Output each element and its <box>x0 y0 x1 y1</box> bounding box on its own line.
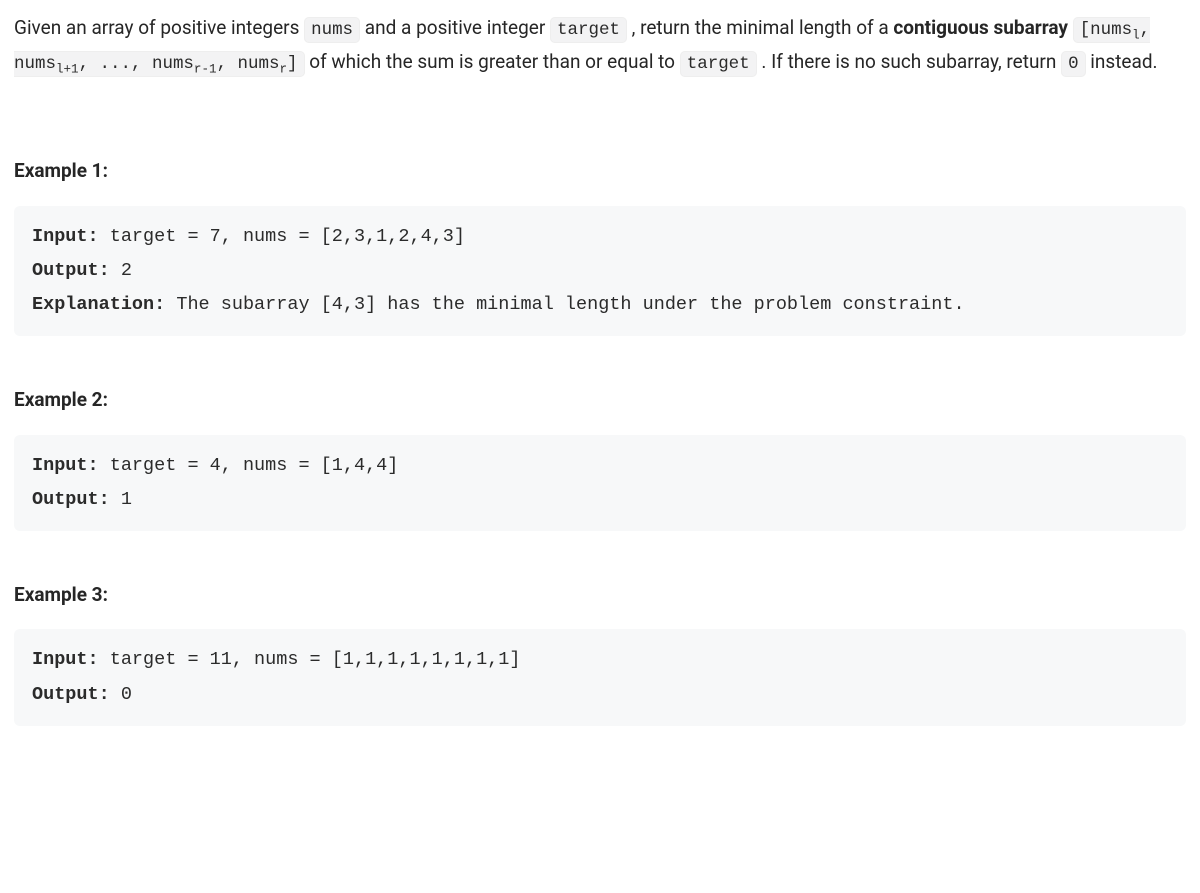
text: . If there is no such subarray, return <box>757 50 1061 73</box>
input-value: target = 11, nums = [1,1,1,1,1,1,1,1] <box>99 649 521 670</box>
explanation-value: The subarray [4,3] has the minimal lengt… <box>165 294 964 315</box>
problem-statement: Given an array of positive integers nums… <box>14 12 1186 79</box>
text: and a positive integer <box>360 16 550 39</box>
code-zero: 0 <box>1061 51 1085 77</box>
output-label: Output: <box>32 489 110 510</box>
example-1-block: Input: target = 7, nums = [2,3,1,2,4,3] … <box>14 206 1186 337</box>
input-value: target = 7, nums = [2,3,1,2,4,3] <box>99 226 465 247</box>
example-2-heading: Example 2: <box>14 384 1186 416</box>
output-label: Output: <box>32 260 110 281</box>
input-value: target = 4, nums = [1,4,4] <box>99 455 399 476</box>
code-target: target <box>550 17 627 43</box>
output-value: 1 <box>110 489 132 510</box>
input-label: Input: <box>32 226 99 247</box>
example-3-block: Input: target = 11, nums = [1,1,1,1,1,1,… <box>14 629 1186 725</box>
text: of which the sum is greater than or equa… <box>305 50 680 73</box>
output-label: Output: <box>32 684 110 705</box>
code-target-2: target <box>680 51 757 77</box>
bold-contiguous-subarray: contiguous subarray <box>893 16 1068 39</box>
example-2-block: Input: target = 4, nums = [1,4,4] Output… <box>14 435 1186 531</box>
input-label: Input: <box>32 455 99 476</box>
text: instead. <box>1086 50 1158 73</box>
text <box>1068 16 1073 39</box>
explanation-label: Explanation: <box>32 294 165 315</box>
code-nums: nums <box>304 17 360 43</box>
output-value: 2 <box>110 260 132 281</box>
text: , return the minimal length of a <box>627 16 893 39</box>
input-label: Input: <box>32 649 99 670</box>
text: Given an array of positive integers <box>14 16 304 39</box>
output-value: 0 <box>110 684 132 705</box>
example-1-heading: Example 1: <box>14 155 1186 187</box>
example-3-heading: Example 3: <box>14 579 1186 611</box>
